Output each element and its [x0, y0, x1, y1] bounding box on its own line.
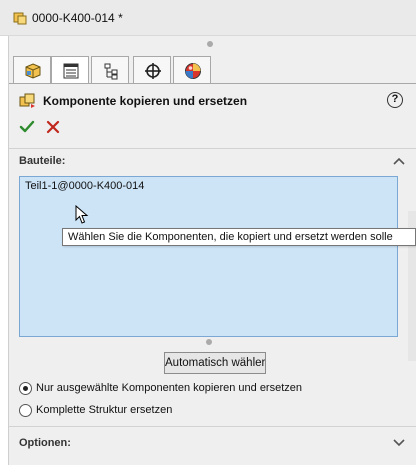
- section-divider: [9, 148, 416, 149]
- chevron-down-icon[interactable]: [393, 439, 405, 447]
- mouse-pointer-icon: [75, 205, 89, 224]
- option-selected-only[interactable]: Nur ausgewählte Komponenten kopieren und…: [19, 381, 319, 397]
- parts-group-heading: Bauteile:: [19, 155, 66, 167]
- property-list-icon: [63, 63, 79, 79]
- property-manager-tab[interactable]: [51, 56, 89, 84]
- auto-select-button[interactable]: Automatisch wähler: [164, 352, 266, 374]
- property-manager-title: Komponente kopieren und ersetzen: [43, 94, 248, 108]
- checkmark-icon[interactable]: [19, 119, 35, 135]
- x-icon[interactable]: [45, 119, 61, 135]
- section-divider: [9, 426, 416, 427]
- panel-grip-handle[interactable]: [207, 41, 213, 47]
- manager-tab-strip: [13, 56, 213, 84]
- part-cube-icon: [25, 63, 41, 79]
- radio-button[interactable]: [19, 404, 32, 417]
- document-title-bar: 0000-K400-014 *: [0, 0, 416, 36]
- copy-replace-component-icon: [19, 93, 35, 108]
- selection-box-resize-handle[interactable]: [206, 339, 212, 345]
- configuration-icon: [104, 63, 118, 80]
- option-replace-full-structure[interactable]: Komplette Struktur ersetzen: [19, 403, 189, 419]
- assembly-icon: [13, 12, 27, 25]
- selected-component-item[interactable]: Teil1-1@0000-K400-014: [25, 180, 144, 192]
- display-manager-tab[interactable]: [173, 56, 211, 83]
- display-sphere-icon: [185, 63, 201, 79]
- property-manager-panel: Komponente kopieren und ersetzen ? Baute…: [8, 36, 416, 465]
- tab-strip-baseline: [9, 83, 416, 84]
- radio-button[interactable]: [19, 382, 32, 395]
- configuration-manager-tab[interactable]: [91, 56, 129, 83]
- help-button[interactable]: ?: [387, 92, 403, 108]
- option-label: Nur ausgewählte Komponenten kopieren und…: [36, 382, 303, 394]
- selection-tooltip: Wählen Sie die Komponenten, die kopiert …: [62, 228, 416, 246]
- options-group-heading: Optionen:: [19, 437, 71, 449]
- feature-manager-tab[interactable]: [13, 56, 51, 83]
- crosshair-icon: [145, 63, 161, 79]
- option-label: Komplette Struktur ersetzen: [36, 404, 173, 416]
- document-title: 0000-K400-014 *: [32, 11, 123, 25]
- dimxpert-tab[interactable]: [133, 56, 171, 83]
- chevron-up-icon[interactable]: [393, 157, 405, 165]
- components-selection-box[interactable]: Teil1-1@0000-K400-014: [19, 176, 398, 337]
